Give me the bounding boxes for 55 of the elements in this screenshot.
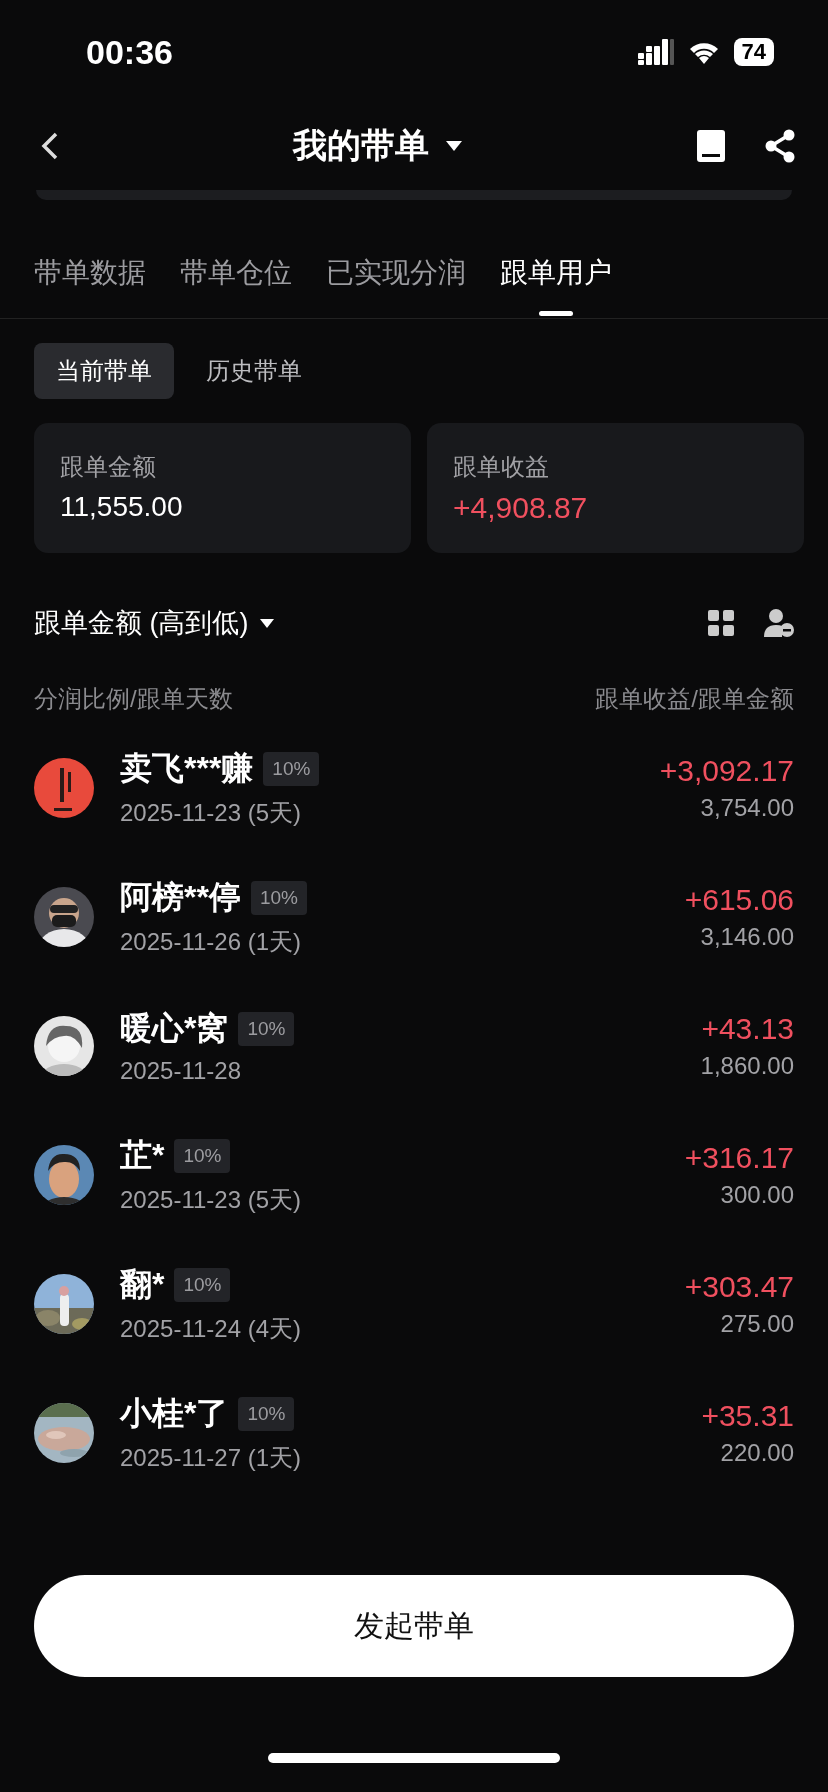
share-badge: 10% [250,880,307,915]
summary-label: 跟单收益 [453,452,550,482]
follow-date: 2025-11-27 (1天) [120,1442,301,1473]
follow-date: 2025-11-23 (5天) [120,797,302,828]
segment-tab[interactable]: 历史带单 [184,343,324,399]
book-icon[interactable] [696,129,726,163]
follow-date: 2025-11-26 (1天) [120,926,302,957]
tab[interactable]: 已实现分润 [326,254,466,318]
amount-value: 1,860.00 [700,1051,794,1080]
share-icon[interactable] [764,129,796,163]
share-badge: 10% [263,751,320,786]
signal-icon [637,39,674,65]
page-title[interactable]: 我的带单 [293,123,429,169]
share-badge: 10% [238,1011,295,1046]
user-name: 小桂*了 [120,1393,229,1433]
profit-value: +35.31 [701,1398,794,1433]
user-name: 暖心*窝 [120,1008,229,1048]
summary-value: 11,555.00 [60,491,184,523]
share-badge: 10% [238,1396,295,1431]
amount-value: 220.00 [720,1438,794,1467]
amount-value: 300.00 [720,1180,794,1209]
caret-icon[interactable] [260,618,275,628]
start-button[interactable]: 发起带单 [34,1575,794,1677]
tab[interactable]: 跟单用户 [500,254,612,318]
summary-value: +4,908.87 [453,491,589,525]
share-badge: 10% [174,1267,231,1302]
tab[interactable]: 带单仓位 [180,254,292,318]
segment-tab[interactable]: 当前带单 [34,343,174,399]
user-name: 芷* [120,1135,165,1175]
follow-date: 2025-11-23 (5天) [120,1184,301,1215]
amount-value: 3,146.00 [700,922,794,951]
battery-level: 74 [733,38,774,66]
user-name: 阿榜**停 [120,877,241,917]
share-badge: 10% [174,1138,231,1173]
back-icon[interactable] [40,131,60,161]
column-label: 分润比例/跟单天数 [34,684,233,714]
profit-value: +316.17 [684,1140,794,1175]
dropdown-caret-icon[interactable] [445,140,463,152]
column-label: 跟单收益/跟单金额 [595,684,794,714]
profit-value: +303.47 [684,1269,794,1304]
sort-dropdown[interactable]: 跟单金额 (高到低) [34,605,275,641]
user-name: 卖飞***赚 [120,748,254,788]
grid-icon[interactable] [708,610,734,636]
status-time: 00:36 [86,32,173,72]
amount-value: 275.00 [720,1309,794,1338]
summary-label: 跟单金额 [60,452,157,482]
user-name: 翻* [120,1264,165,1304]
profit-value: +43.13 [701,1011,794,1046]
profit-value: +3,092.17 [659,753,794,788]
tab[interactable]: 带单数据 [34,254,146,318]
amount-value: 3,754.00 [700,793,794,822]
follow-date: 2025-11-24 (4天) [120,1313,301,1344]
remove-user-icon[interactable] [764,609,794,637]
follow-date: 2025-11-28 [120,1056,242,1085]
profit-value: +615.06 [684,882,794,917]
